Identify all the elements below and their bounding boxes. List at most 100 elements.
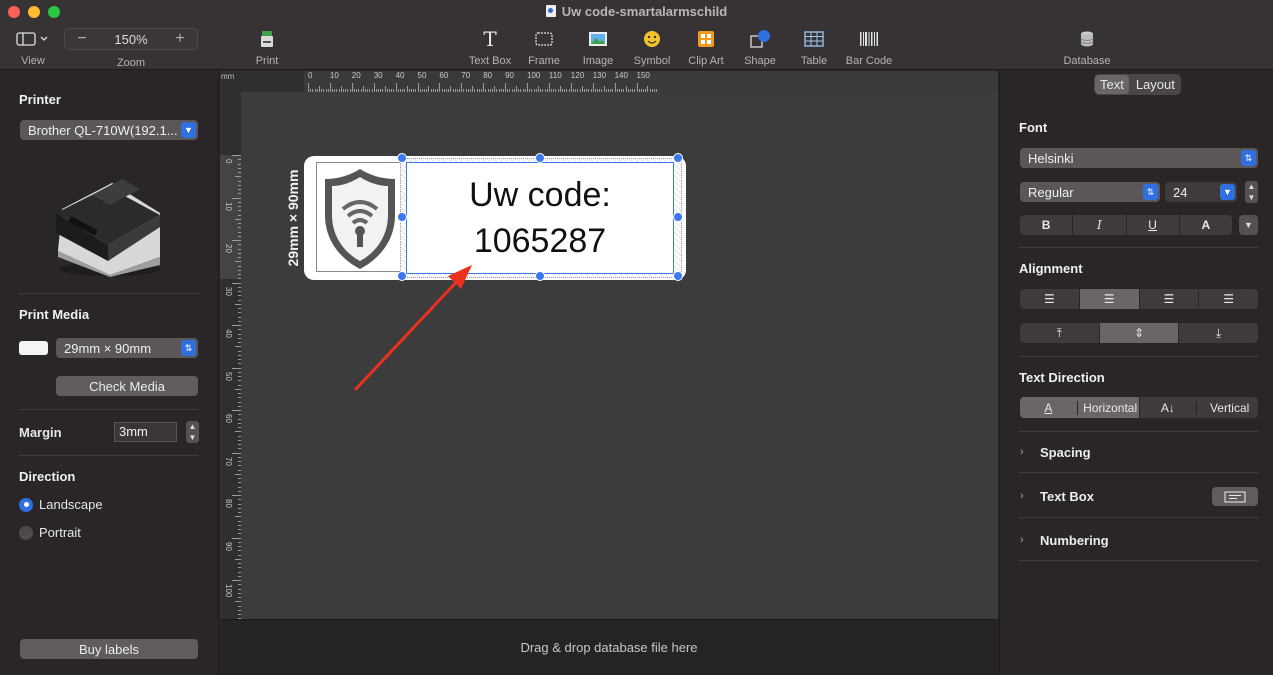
zoom-value[interactable]: 150% [99, 29, 163, 49]
ruler-tick-label: 80 [224, 499, 233, 508]
table-button[interactable]: Table [796, 26, 832, 67]
buy-labels-button[interactable]: Buy labels [20, 639, 198, 659]
text-direction-heading: Text Direction [1019, 370, 1105, 385]
underline-button[interactable]: U [1127, 215, 1180, 235]
font-size-stepper[interactable]: ▲ ▼ [1245, 181, 1258, 203]
ruler-tick-label: 60 [439, 71, 449, 80]
resize-handle[interactable] [535, 153, 545, 163]
image-button[interactable]: Image [578, 26, 618, 67]
ruler-tick-label: 100 [527, 71, 541, 80]
text-box-button[interactable]: T Text Box [466, 26, 514, 67]
align-left-icon: ☰ [1043, 292, 1055, 306]
image-icon [578, 26, 618, 52]
resize-handle[interactable] [673, 212, 683, 222]
radio-unselected-icon [19, 525, 33, 540]
print-button[interactable]: Print [250, 26, 284, 67]
resize-handle[interactable] [673, 271, 683, 281]
horizontal-alignment: ☰ ☰ ☰ ☰ [1020, 289, 1258, 309]
radio-selected-icon [19, 497, 33, 512]
align-middle-button[interactable]: ⇕ [1099, 323, 1180, 343]
tab-text[interactable]: Text [1095, 75, 1129, 94]
resize-handle[interactable] [535, 271, 545, 281]
ruler-tick-label: 100 [224, 584, 233, 598]
align-bottom-icon: ⤓ [1216, 325, 1222, 340]
font-size-combo[interactable]: 24 ▼ [1165, 182, 1237, 202]
resize-handle[interactable] [397, 212, 407, 222]
portrait-radio[interactable]: Portrait [19, 525, 81, 540]
red-arrow-annotation [353, 265, 472, 392]
ruler-tick-label: 40 [395, 71, 405, 80]
align-bottom-button[interactable]: ⤓ [1179, 323, 1258, 343]
chevron-updown-icon: ⇅ [1143, 184, 1158, 200]
check-media-button[interactable]: Check Media [56, 376, 198, 396]
spacing-section[interactable]: › Spacing [1020, 440, 1258, 464]
ruler-tick-label: 90 [224, 541, 233, 551]
ruler-tick-label: 60 [224, 414, 233, 423]
horizontal-text-icon: A [1020, 400, 1078, 415]
resize-handle[interactable] [673, 153, 683, 163]
more-styles-button[interactable]: ▼ [1239, 215, 1258, 235]
inspector-tabs: Text Layout [1094, 74, 1181, 95]
text-effect-button[interactable]: A [1180, 215, 1232, 235]
symbol-button[interactable]: Symbol [630, 26, 674, 67]
ruler-tick-label: 20 [224, 244, 233, 253]
ruler-tick-label: 40 [224, 329, 233, 338]
resize-handle[interactable] [397, 153, 407, 163]
tab-layout[interactable]: Layout [1130, 74, 1181, 95]
view-button[interactable]: View [14, 26, 52, 67]
text-box-options-icon [1224, 491, 1246, 502]
ruler-tick-label: 10 [329, 71, 339, 80]
bar-code-icon [844, 26, 894, 52]
ruler-tick-label: 130 [592, 71, 607, 80]
margin-field[interactable]: 3mm [114, 422, 177, 442]
align-justify-button[interactable]: ☰ [1199, 289, 1258, 309]
align-top-icon: ⤒ [1056, 325, 1062, 340]
database-button[interactable]: Database [1058, 26, 1116, 67]
align-center-button[interactable]: ☰ [1079, 289, 1140, 309]
database-drop-zone[interactable]: Drag & drop database file here [220, 619, 998, 675]
horizontal-ruler: mm 0 10 20 30 40 50 60 70 80 90 100 110 120 130 140 150 [220, 71, 998, 92]
ruler-tick-label: 70 [461, 71, 471, 80]
chevron-down-icon: ▼ [1244, 220, 1253, 230]
text-box-options-button[interactable] [1212, 487, 1258, 506]
align-right-icon: ☰ [1163, 292, 1175, 306]
ruler-tick-label: 150 [636, 71, 650, 80]
chevron-down-icon: ▼ [181, 122, 196, 138]
align-left-button[interactable]: ☰ [1020, 289, 1080, 309]
horizontal-button[interactable]: A Horizontal [1020, 397, 1140, 418]
vertical-text-icon: A↓ [1140, 400, 1198, 415]
landscape-radio[interactable]: Landscape [19, 497, 103, 512]
clip-art-button[interactable]: Clip Art [684, 26, 728, 67]
bold-button[interactable]: B [1020, 215, 1074, 235]
label-canvas[interactable] [220, 71, 998, 619]
align-right-button[interactable]: ☰ [1140, 289, 1200, 309]
printer-select[interactable]: Brother QL-710W(192.1... ▼ [20, 120, 198, 140]
chevron-down-icon: ▼ [1220, 184, 1235, 200]
shape-button[interactable]: Shape [740, 26, 780, 67]
font-style-buttons: B I U A [1020, 215, 1232, 235]
vertical-button[interactable]: A↓ Vertical [1140, 397, 1259, 418]
zoom-out-button[interactable]: − [65, 29, 99, 49]
clip-art-icon [684, 26, 728, 52]
frame-icon [524, 26, 564, 52]
text-box-icon: T [483, 27, 497, 51]
italic-button[interactable]: I [1073, 215, 1127, 235]
font-heading: Font [1019, 120, 1048, 135]
margin-stepper[interactable]: ▲ ▼ [186, 421, 199, 443]
document-icon [545, 5, 556, 17]
font-family-select[interactable]: Helsinki ⇅ [1020, 148, 1258, 168]
bar-code-button[interactable]: Bar Code [844, 26, 894, 67]
numbering-section[interactable]: › Numbering [1020, 528, 1258, 552]
media-select[interactable]: 29mm × 90mm ⇅ [56, 338, 198, 358]
alignment-heading: Alignment [1019, 261, 1083, 276]
frame-button[interactable]: Frame [524, 26, 564, 67]
ruler-tick-label: 80 [483, 71, 493, 80]
margin-label: Margin [19, 425, 62, 440]
align-center-icon: ☰ [1103, 292, 1115, 306]
align-top-button[interactable]: ⤒ [1020, 323, 1100, 343]
zoom-in-button[interactable]: + [163, 29, 197, 49]
chevron-right-icon: › [1020, 534, 1024, 546]
text-direction-control: A Horizontal A↓ Vertical [1020, 397, 1258, 418]
font-style-select[interactable]: Regular ⇅ [1020, 182, 1160, 202]
ruler-tick-label: 140 [614, 71, 628, 80]
